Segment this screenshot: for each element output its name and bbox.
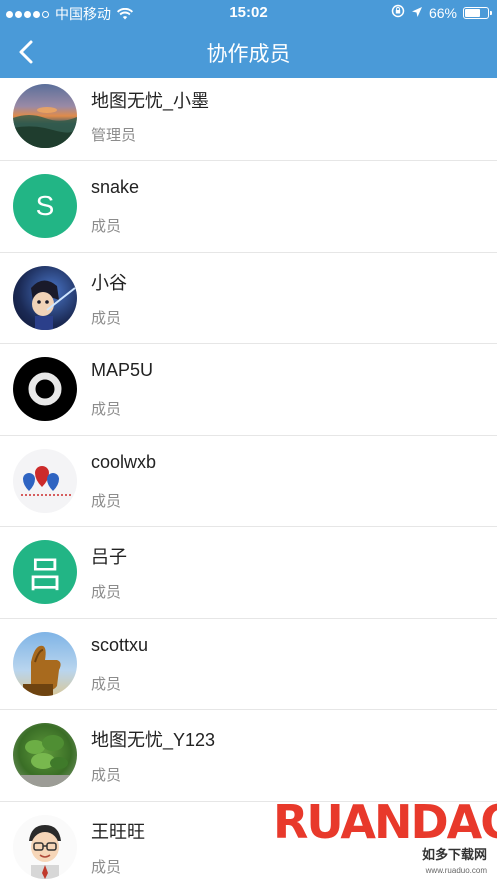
- rotation-lock-icon: [391, 4, 405, 21]
- member-name: snake: [91, 177, 140, 197]
- member-name: 小谷: [91, 272, 127, 293]
- member-role: 成员: [91, 675, 122, 693]
- member-role: 成员: [91, 767, 122, 784]
- member-role: 成员: [91, 858, 122, 876]
- cartoon-face-avatar-icon: [13, 814, 77, 879]
- member-role: 成员: [91, 584, 122, 601]
- member-row[interactable]: MAP5U 成员: [0, 344, 497, 436]
- battery-percent: 66%: [428, 4, 457, 21]
- member-row[interactable]: 地图无忧_Y123 成员: [0, 710, 497, 802]
- navigation-bar: 协作成员: [0, 26, 497, 78]
- avatar-letter: 吕: [26, 554, 63, 595]
- status-bar: 中国移动 15:02 66%: [0, 0, 497, 26]
- letter-avatar: S: [13, 174, 77, 238]
- member-name: coolwxb: [91, 451, 157, 472]
- member-row[interactable]: 小谷 成员: [0, 253, 497, 344]
- letter-avatar: 吕: [13, 540, 77, 604]
- anime-character-avatar-icon: [13, 265, 77, 330]
- plant-avatar-icon: [13, 723, 77, 787]
- member-row[interactable]: S snake 成员: [0, 161, 497, 253]
- member-row[interactable]: 王旺旺 成员: [0, 802, 497, 883]
- member-name: 吕子: [91, 547, 127, 567]
- member-row[interactable]: coolwxb 成员: [0, 436, 497, 527]
- status-bar-right: 66%: [385, 4, 492, 21]
- member-row[interactable]: 地图无忧_小墨 管理员: [0, 78, 497, 161]
- member-name: 王旺旺: [91, 821, 145, 842]
- member-role: 成员: [91, 401, 122, 418]
- location-arrow-icon: [411, 5, 423, 21]
- battery-level: [465, 8, 480, 17]
- member-role: 成员: [91, 218, 122, 235]
- member-role: 管理员: [91, 127, 137, 144]
- member-row[interactable]: 吕 吕子 成员: [0, 527, 497, 619]
- black-ring-avatar-icon: [13, 357, 77, 421]
- thumbs-up-avatar-icon: [13, 631, 77, 696]
- member-name: scottxu: [91, 634, 149, 655]
- battery-icon: [463, 6, 492, 19]
- avatar-letter: S: [35, 190, 55, 221]
- member-role: 成员: [91, 309, 122, 327]
- page-title: 协作成员: [206, 43, 291, 66]
- landscape-avatar-icon: [13, 84, 77, 148]
- map-pins-avatar-icon: [13, 448, 77, 513]
- member-name: MAP5U: [91, 360, 154, 380]
- member-name: 地图无忧_Y123: [91, 730, 216, 750]
- member-name: 地图无忧_小墨: [91, 91, 210, 111]
- member-list[interactable]: 地图无忧_小墨 管理员 S snake 成员 小谷 成员 MAP5U 成员 co…: [0, 78, 497, 883]
- member-role: 成员: [91, 492, 122, 510]
- member-row[interactable]: scottxu 成员: [0, 619, 497, 710]
